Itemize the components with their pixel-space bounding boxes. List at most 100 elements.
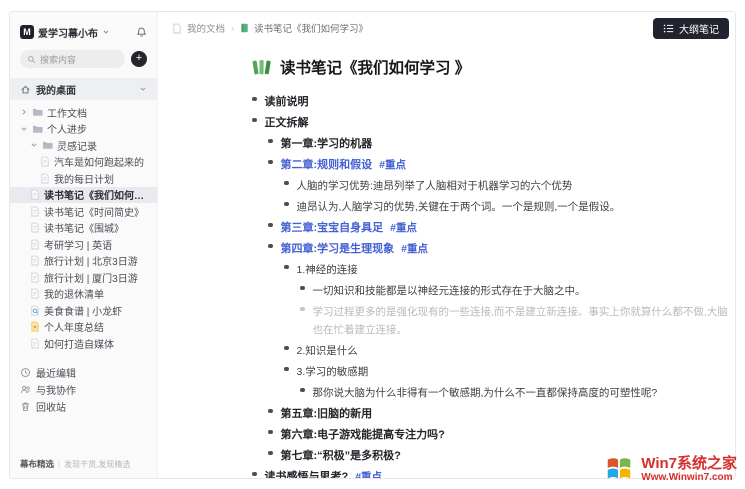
outline-node[interactable]: 学习过程更多的是强化现有的一些连接,而不是建立新连接。事实上你就算什么都不做,大… xyxy=(300,300,734,339)
outline-node[interactable]: 第四章:学习是生理现象 #重点 xyxy=(268,237,734,258)
tree-item-label: 旅行计划 | 厦门3日游 xyxy=(44,270,151,285)
outline-node[interactable]: 读前说明 xyxy=(252,90,734,111)
bullet-icon[interactable] xyxy=(268,451,273,456)
trophy-icon xyxy=(30,321,40,332)
sidebar-tree-item[interactable]: 个人年度总结 xyxy=(10,319,157,336)
search-row: 搜索内容 + xyxy=(10,50,157,68)
breadcrumb-root[interactable]: 我的文档 xyxy=(187,21,225,35)
sidebar-item-recycle-bin[interactable]: 回收站 xyxy=(10,398,157,415)
topbar: 我的文档 › 读书笔记《我们如何学习》 大纲笔记 xyxy=(158,12,735,44)
outline-text: 第四章:学习是生理现象 xyxy=(281,243,395,255)
sidebar-tree-item[interactable]: 个人进步 xyxy=(10,121,157,138)
outline-node[interactable]: 迪昂认为,人脑学习的优势,关键在于两个词。一个是规则,一个是假设。 xyxy=(284,195,734,216)
outline-node[interactable]: 第三章:宝宝自身具足#重点 xyxy=(268,216,734,237)
bullet-icon[interactable] xyxy=(268,160,273,165)
folder-icon xyxy=(42,140,53,150)
bullet-icon[interactable] xyxy=(252,472,257,477)
outline-node[interactable]: 第二章:规则和假设#重点 xyxy=(268,153,734,174)
sidebar-tree-item[interactable]: 旅行计划 | 厦门3日游 xyxy=(10,269,157,286)
topic-tag[interactable]: #重点 xyxy=(390,222,417,234)
topic-tag[interactable]: #重点 xyxy=(401,243,428,255)
sidebar-item-shared-with-me[interactable]: 与我协作 xyxy=(10,381,157,398)
outline-node[interactable]: 那你说大脑为什么非得有一个敏感期,为什么不一直都保持高度的可塑性呢? xyxy=(300,381,734,402)
outline-node-content: 学习过程更多的是强化现有的一些连接,而不是建立新连接。事实上你就算什么都不做,大… xyxy=(313,302,735,338)
bullet-icon[interactable] xyxy=(284,202,289,207)
chevron-right-icon[interactable] xyxy=(20,108,28,116)
document-icon xyxy=(30,272,40,283)
outline-node[interactable]: 2.知识是什么 xyxy=(284,339,734,360)
bullet-icon[interactable] xyxy=(252,97,257,102)
document-icon xyxy=(30,189,40,200)
chevron-down-icon[interactable] xyxy=(20,125,28,133)
sidebar-tree-item[interactable]: 考研学习 | 英语 xyxy=(10,236,157,253)
sidebar-footer-promo[interactable]: 幕布精选 | 发现干货,发现精选 xyxy=(10,458,157,478)
document-icon xyxy=(30,206,40,217)
document: 读书笔记《我们如何学习 》 读前说明正文拆解第一章:学习的机器第二章:规则和假设… xyxy=(158,44,735,478)
bell-icon[interactable] xyxy=(136,26,147,38)
sidebar-tree-item[interactable]: 读书笔记《时间简史》 xyxy=(10,203,157,220)
workspace-name: 爱学习幕小布 xyxy=(38,25,98,40)
bullet-icon[interactable] xyxy=(284,346,289,351)
new-doc-button[interactable]: + xyxy=(131,51,147,67)
sidebar-tree-item[interactable]: 如何打造自媒体 xyxy=(10,335,157,352)
sidebar-tree-item[interactable]: 我的每日计划 xyxy=(10,170,157,187)
outline-node[interactable]: 第五章:旧脑的新用 xyxy=(268,402,734,423)
sidebar-tree-item[interactable]: 灵感记录 xyxy=(10,137,157,154)
outline-node-content: 第三章:宝宝自身具足#重点 xyxy=(281,218,418,236)
watermark-url: Www.Winwin7.com xyxy=(641,472,737,483)
bullet-icon[interactable] xyxy=(252,118,257,123)
bullet-icon[interactable] xyxy=(268,409,273,414)
outline-node-content: 读书感悟与思考?#重点 xyxy=(265,467,383,479)
sidebar-tree-item[interactable]: 读书笔记《围城》 xyxy=(10,220,157,237)
topic-tag[interactable]: #重点 xyxy=(379,159,406,171)
bullet-icon[interactable] xyxy=(300,286,305,291)
outline-node[interactable]: 第一章:学习的机器 xyxy=(268,132,734,153)
sidebar-tree-item[interactable]: 美食食谱 | 小龙虾 xyxy=(10,302,157,319)
outline-node[interactable]: 一切知识和技能都是以神经元连接的形式存在于大脑之中。 xyxy=(300,279,734,300)
chevron-down-icon[interactable] xyxy=(139,85,147,93)
search-input[interactable]: 搜索内容 xyxy=(20,50,125,68)
bullet-icon[interactable] xyxy=(284,265,289,270)
bullet-icon[interactable] xyxy=(300,307,305,312)
outline-note-button[interactable]: 大纲笔记 xyxy=(653,18,729,39)
sidebar: M 爱学习幕小布 搜索内容 + 我的桌面 工作文档个人进步灵感记录汽车是如何跑起… xyxy=(10,12,158,478)
sidebar-tree-item[interactable]: 我的退休清单 xyxy=(10,286,157,303)
bullet-icon[interactable] xyxy=(268,430,273,435)
chevron-down-icon[interactable] xyxy=(30,141,38,149)
notebook-icon xyxy=(240,23,249,33)
bullet-icon[interactable] xyxy=(284,181,289,186)
sidebar-item-recent-edits[interactable]: 最近编辑 xyxy=(10,364,157,381)
outline-text: 第一章:学习的机器 xyxy=(281,138,373,150)
outline-node[interactable]: 1.神经的连接 xyxy=(284,258,734,279)
sidebar-tree-item[interactable]: 读书笔记《我们如何学习… xyxy=(10,187,157,204)
outline-node[interactable]: 正文拆解 xyxy=(252,111,734,132)
screen: M 爱学习幕小布 搜索内容 + 我的桌面 工作文档个人进步灵感记录汽车是如何跑起… xyxy=(0,0,745,489)
title-text[interactable]: 读书笔记《我们如何学习 》 xyxy=(280,56,470,78)
outline-list: 读前说明正文拆解第一章:学习的机器第二章:规则和假设#重点人脑的学习优势:迪昂列… xyxy=(252,90,734,478)
bullet-icon[interactable] xyxy=(300,388,305,393)
main-area: 我的文档 › 读书笔记《我们如何学习》 大纲笔记 读书笔记《我们如何学习 》 读… xyxy=(158,12,735,478)
workspace-switcher[interactable]: M 爱学习幕小布 xyxy=(10,22,157,42)
sidebar-tree-item[interactable]: 旅行计划 | 北京3日游 xyxy=(10,253,157,270)
outline-node-content: 第二章:规则和假设#重点 xyxy=(281,155,407,173)
bullet-icon[interactable] xyxy=(268,244,273,249)
document-icon xyxy=(40,156,50,167)
outline-node[interactable]: 3.学习的敏感期 xyxy=(284,360,734,381)
outline-node-content: 第一章:学习的机器 xyxy=(281,134,373,152)
outline-node[interactable]: 第六章:电子游戏能提高专注力吗? xyxy=(268,423,734,444)
bullet-icon[interactable] xyxy=(284,367,289,372)
tree-item-label: 我的退休清单 xyxy=(44,286,151,301)
sidebar-tree-item[interactable]: 工作文档 xyxy=(10,104,157,121)
topic-tag[interactable]: #重点 xyxy=(355,471,382,479)
bullet-icon[interactable] xyxy=(268,223,273,228)
outline-node-content: 读前说明 xyxy=(265,92,309,110)
sidebar-tree-item[interactable]: 汽车是如何跑起来的 xyxy=(10,154,157,171)
document-icon xyxy=(30,338,40,349)
books-icon xyxy=(252,58,272,76)
bullet-icon[interactable] xyxy=(268,139,273,144)
outline-node[interactable]: 人脑的学习优势:迪昂列举了人脑相对于机器学习的六个优势 xyxy=(284,174,734,195)
sidebar-item-desktop[interactable]: 我的桌面 xyxy=(10,78,157,100)
tree-item-label: 个人年度总结 xyxy=(44,319,151,334)
outline-text: 1.神经的连接 xyxy=(297,264,358,276)
breadcrumb-current: 读书笔记《我们如何学习》 xyxy=(254,21,368,35)
